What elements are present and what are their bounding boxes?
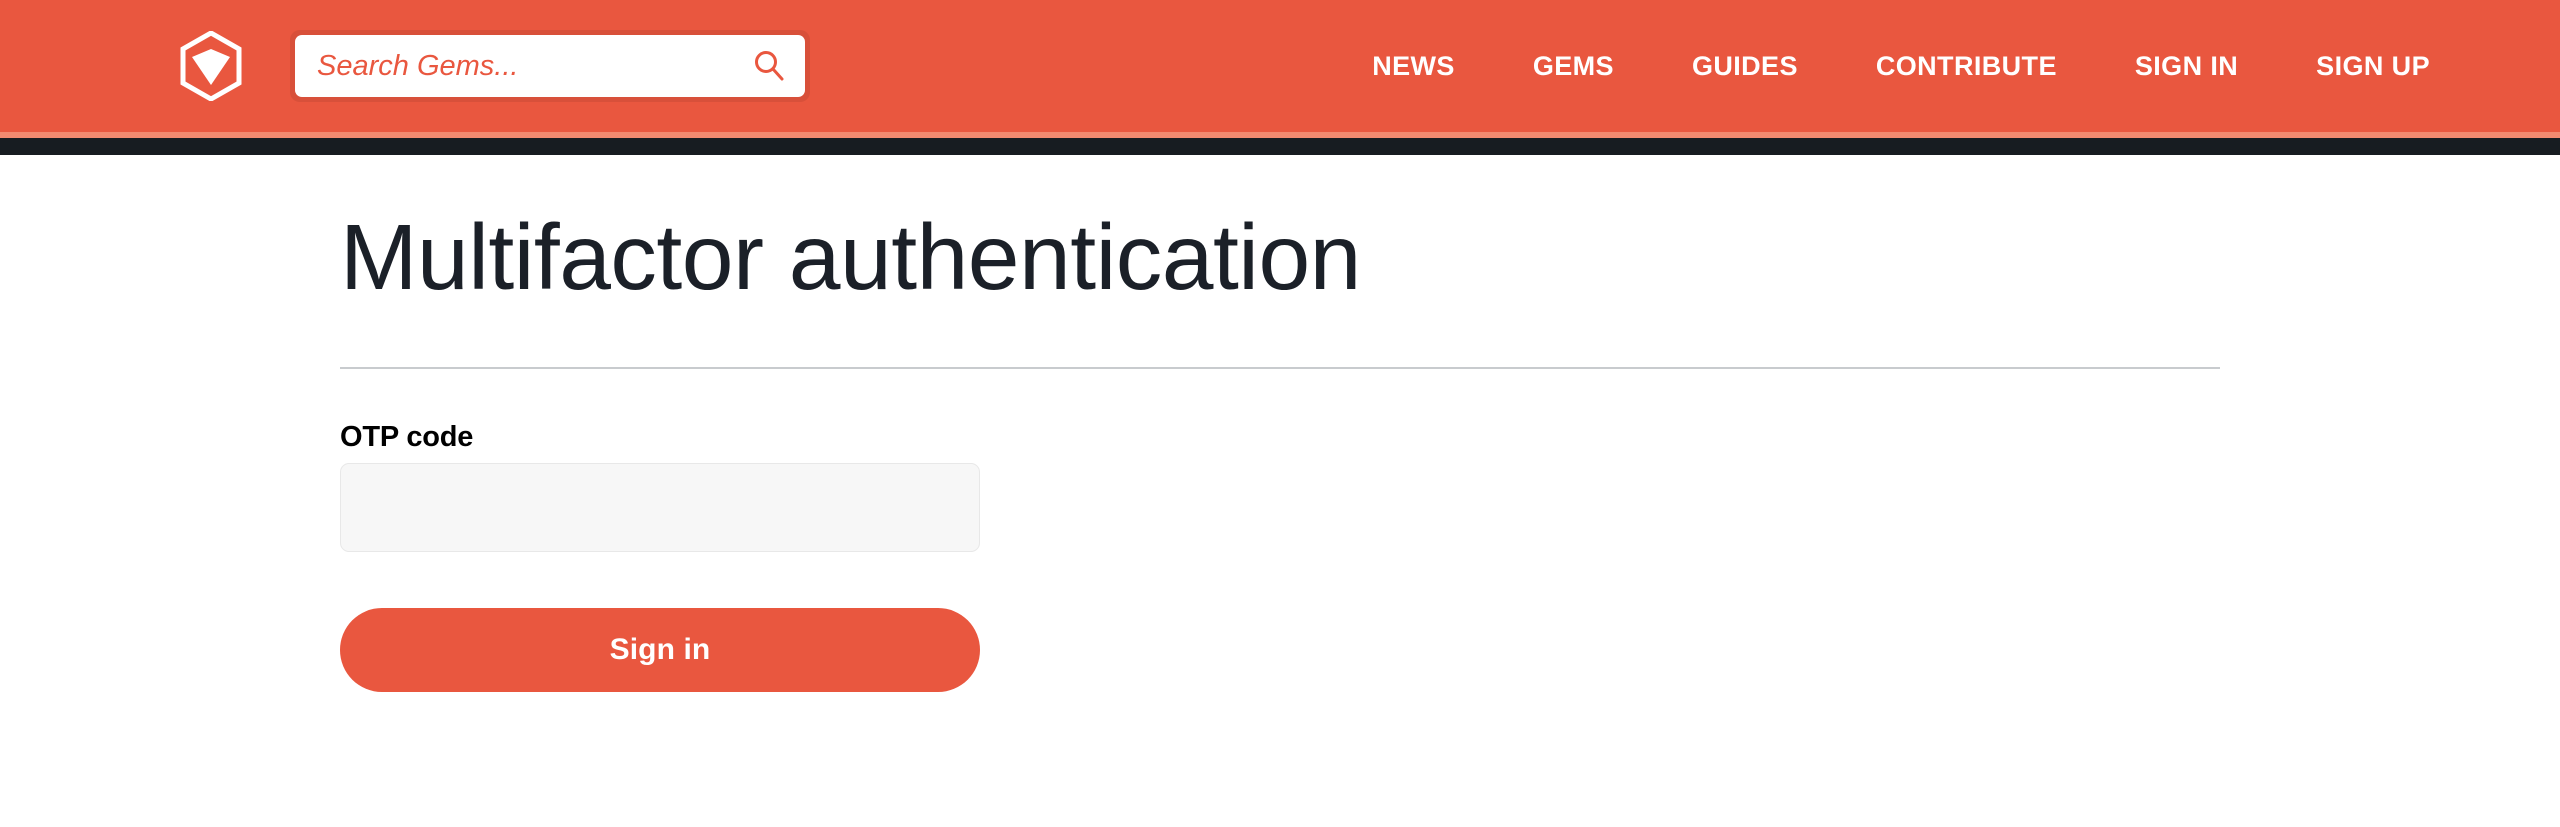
page-title: Multifactor authentication [340,205,1361,309]
otp-code-input[interactable] [340,463,980,553]
search-box [295,35,805,97]
nav-link-sign-up[interactable]: SIGN UP [2316,41,2430,92]
page-main: Multifactor authentication OTP code Sign… [0,155,2560,693]
nav-link-contribute[interactable]: CONTRIBUTE [1876,41,2057,92]
header-inner: NEWS GEMS GUIDES CONTRIBUTE SIGN IN SIGN… [0,0,2560,132]
rubygems-hexagon-gem-icon [180,31,242,101]
nav-link-gems[interactable]: GEMS [1533,41,1614,92]
search-submit-button[interactable] [733,35,805,97]
otp-code-label: OTP code [340,421,474,454]
nav-link-guides[interactable]: GUIDES [1692,41,1798,92]
search-icon [752,49,786,83]
nav-link-sign-in[interactable]: SIGN IN [2135,41,2238,92]
mfa-form: OTP code Sign in [340,369,2560,693]
search-input[interactable] [295,35,733,97]
nav-link-news[interactable]: NEWS [1372,41,1455,92]
site-header: NEWS GEMS GUIDES CONTRIBUTE SIGN IN SIGN… [0,0,2560,132]
header-dark-stripe [0,138,2560,155]
sign-in-button[interactable]: Sign in [340,608,980,693]
main-navigation: NEWS GEMS GUIDES CONTRIBUTE SIGN IN SIGN… [1372,41,2430,92]
rubygems-logo-link[interactable] [180,31,242,101]
search-form [290,30,810,102]
